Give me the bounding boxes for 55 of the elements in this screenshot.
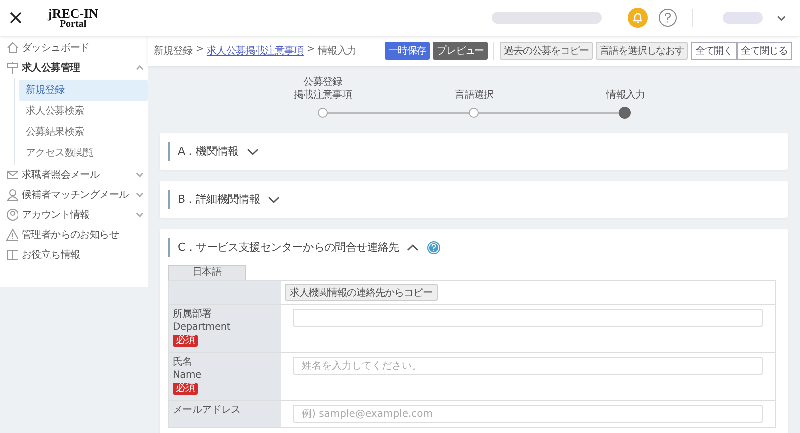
- sidebar-item[interactable]: アカウント情報: [0, 205, 148, 225]
- copy-button[interactable]: 求人機関情報の連絡先からコピー: [285, 284, 438, 301]
- input-field[interactable]: [293, 309, 763, 327]
- required-badge: 必須: [173, 383, 198, 395]
- bell-icon: [632, 12, 644, 24]
- sidebar-item[interactable]: 管理者からのお知らせ: [0, 225, 148, 245]
- language-tab[interactable]: 日本語: [168, 265, 246, 280]
- envelope-icon: [6, 168, 18, 182]
- breadcrumb-separator: >: [196, 44, 204, 57]
- sidebar-subitem[interactable]: 求人公募検索: [19, 101, 148, 122]
- logo-title: jREC-IN: [48, 6, 99, 20]
- sidebar-item[interactable]: お役立ち情報: [0, 245, 148, 265]
- step-label: 公募登録: [304, 76, 342, 89]
- sidebar-item[interactable]: ダッシュボード: [0, 38, 148, 58]
- toolbar-button[interactable]: 言語を選択しなおす: [596, 42, 688, 60]
- logo-subtitle: Portal: [60, 20, 87, 30]
- sidebar-subitem[interactable]: 公募結果検索: [19, 122, 148, 143]
- sidebar-item[interactable]: 求職者照会メール: [0, 165, 148, 185]
- sidebar-item[interactable]: 候補者マッチングメール: [0, 185, 148, 205]
- section-title[interactable]: C．サービス支援センターからの問合せ連絡先: [178, 240, 400, 255]
- required-badge: 必須: [173, 335, 198, 347]
- field-label: Department: [173, 321, 232, 334]
- sidebar-subitem[interactable]: アクセス数閲覧: [19, 143, 148, 164]
- step-label: 掲載注意事項: [294, 89, 352, 102]
- help-icon: [658, 8, 678, 28]
- chevron-down-icon: [777, 14, 786, 22]
- section-title[interactable]: A．機関情報: [178, 144, 239, 159]
- notification-button[interactable]: [628, 8, 648, 28]
- person-icon: [6, 188, 18, 202]
- breadcrumb-separator: >: [306, 44, 316, 57]
- section-title[interactable]: B．詳細機関情報: [178, 192, 260, 207]
- field-label: 氏名: [173, 356, 194, 369]
- home-icon: [6, 41, 18, 55]
- signpost-icon: [6, 61, 18, 75]
- redacted-block: [723, 12, 763, 24]
- book-icon: [6, 248, 18, 262]
- step-label: 情報入力: [606, 89, 646, 102]
- breadcrumb-item: 新規登録: [154, 44, 193, 58]
- toolbar-button[interactable]: 全て閉じる: [736, 42, 792, 60]
- sidebar-item[interactable]: 求人公募管理: [0, 58, 148, 78]
- toolbar-button[interactable]: 過去の公募をコピー: [500, 42, 593, 60]
- breadcrumb-link[interactable]: 求人公募掲載注意事項: [206, 44, 304, 58]
- input-field[interactable]: 例) sample@example.com: [293, 405, 763, 423]
- toolbar-button[interactable]: 一時保存: [384, 42, 430, 60]
- close-icon: [10, 12, 22, 24]
- step-label: 言語選択: [455, 89, 494, 102]
- field-label: Name: [173, 369, 202, 382]
- input-field[interactable]: 姓名を入力してください。: [293, 357, 763, 375]
- field-label: 所属部署: [173, 308, 213, 321]
- toolbar-button[interactable]: 全て開く: [691, 42, 737, 60]
- breadcrumb-item: 情報入力: [318, 44, 357, 58]
- field-label: メールアドレス: [173, 404, 242, 417]
- sidebar-subitem[interactable]: 新規登録: [19, 80, 148, 101]
- toolbar-button[interactable]: プレビュー: [433, 42, 488, 60]
- warning-icon: [6, 228, 18, 242]
